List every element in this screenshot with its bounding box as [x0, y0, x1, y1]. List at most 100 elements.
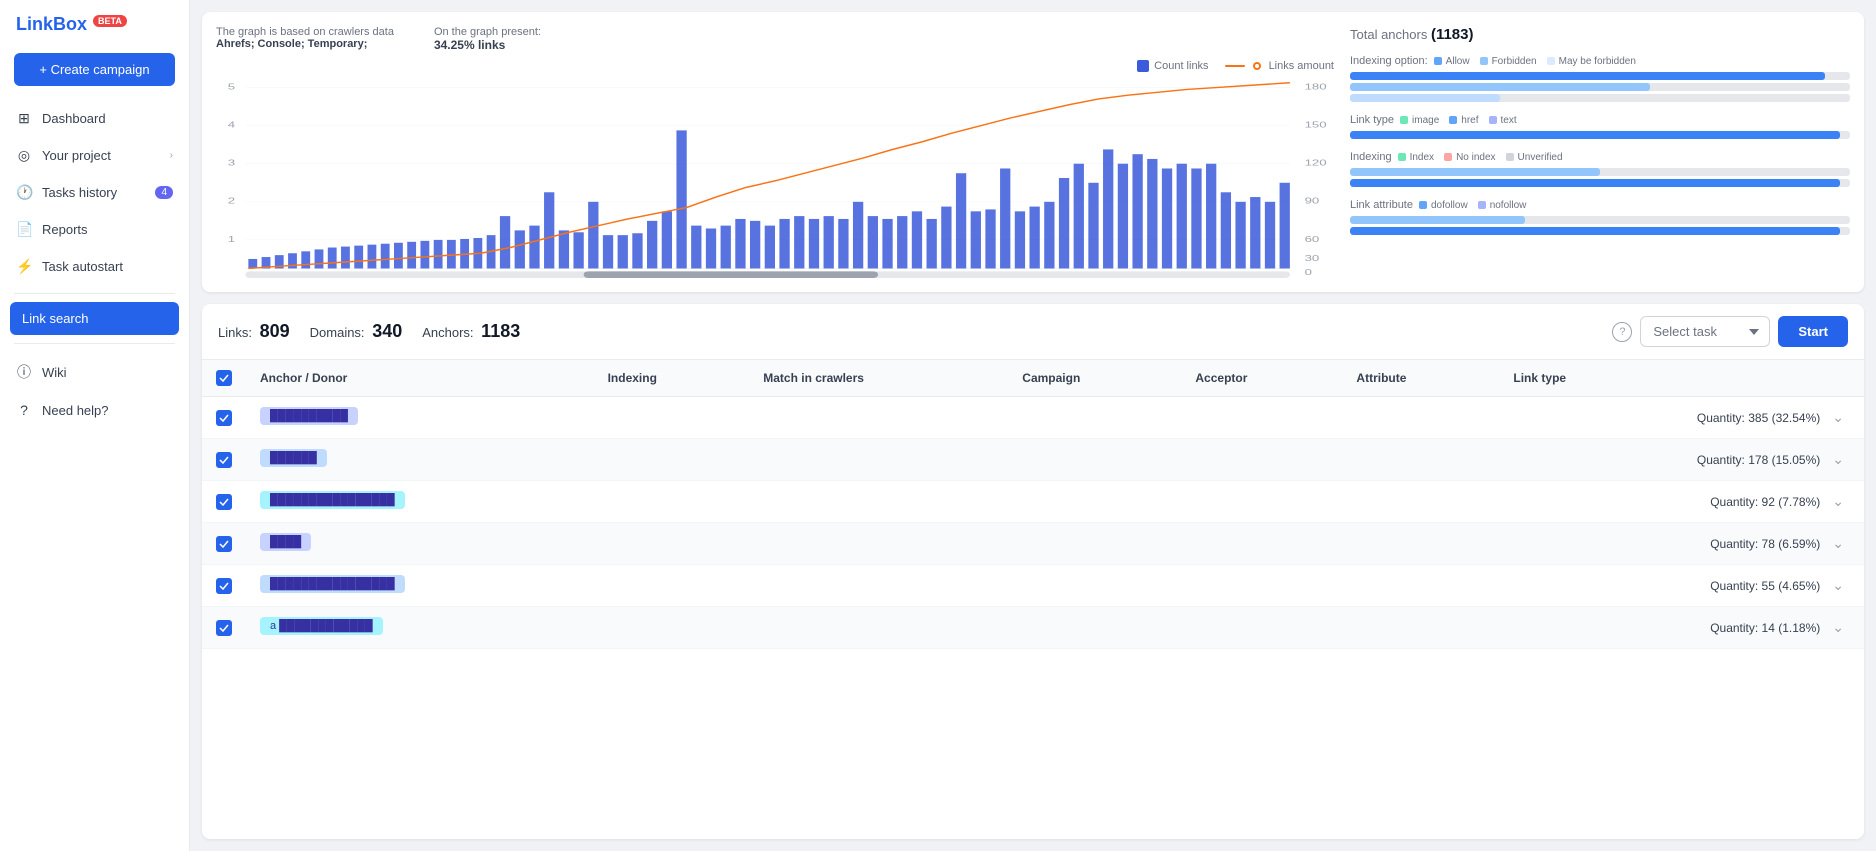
quantity-cell: Quantity: 78 (6.59%): [1710, 537, 1820, 551]
help-icon: ?: [16, 402, 32, 418]
table-row: ██████ Quantity: 178 (15.05%) ⌄: [202, 439, 1864, 481]
sidebar-item-reports[interactable]: 📄 Reports: [0, 211, 189, 248]
table-row: ████ Quantity: 78 (6.59%) ⌄: [202, 523, 1864, 565]
row-actions: Quantity: 178 (15.05%) ⌄: [1513, 449, 1850, 470]
domains-stat: Domains: 340: [310, 321, 403, 342]
campaign-cell: [1008, 481, 1181, 523]
row-checkbox[interactable]: [216, 620, 232, 636]
nav-divider-2: [14, 343, 175, 344]
match-cell: [749, 397, 1008, 439]
indexing-option-legend: Allow Forbidden May be forbidden: [1434, 56, 1636, 67]
sidebar-item-your-project[interactable]: ◎ Your project ›: [0, 137, 189, 174]
expand-row-button[interactable]: ⌄: [1826, 407, 1850, 428]
create-campaign-button[interactable]: + Create campaign: [14, 53, 175, 86]
sidebar-item-dashboard[interactable]: ⊞ Dashboard: [0, 100, 189, 137]
help-tooltip-icon[interactable]: ?: [1612, 322, 1632, 342]
table-card: Links: 809 Domains: 340 Anchors: 1183 ? …: [202, 304, 1864, 839]
col-indexing: Indexing: [594, 360, 750, 397]
sidebar-item-task-autostart[interactable]: ⚡ Task autostart: [0, 248, 189, 285]
project-icon: ◎: [16, 147, 32, 164]
svg-text:30: 30: [1305, 254, 1320, 263]
indexing-option-bar-3: [1350, 94, 1850, 102]
link-type-cell: Quantity: 55 (4.65%) ⌄: [1499, 565, 1864, 607]
sidebar-item-label: Reports: [42, 222, 88, 237]
row-checkbox-cell: [202, 523, 246, 565]
expand-row-button[interactable]: ⌄: [1826, 575, 1850, 596]
col-campaign: Campaign: [1008, 360, 1181, 397]
anchor-cell: ████████████████: [246, 565, 594, 607]
indexing-option-group: Indexing option: Allow Forbidden: [1350, 55, 1850, 102]
indexing-bar-1: [1350, 168, 1850, 176]
acceptor-cell: [1181, 607, 1342, 649]
row-actions: Quantity: 55 (4.65%) ⌄: [1513, 575, 1850, 596]
anchor-pill: ████: [260, 533, 311, 551]
legend-image: image: [1400, 115, 1439, 126]
link-type-bar-1: [1350, 131, 1850, 139]
row-checkbox[interactable]: [216, 452, 232, 468]
acceptor-cell: [1181, 439, 1342, 481]
col-anchor-donor: Anchor / Donor: [246, 360, 594, 397]
row-checkbox[interactable]: [216, 410, 232, 426]
col-link-type: Link type: [1499, 360, 1864, 397]
campaign-cell: [1008, 523, 1181, 565]
nofollow-dot: [1478, 201, 1486, 209]
row-actions: Quantity: 78 (6.59%) ⌄: [1513, 533, 1850, 554]
indexing-cell: [594, 565, 750, 607]
main-content: The graph is based on crawlers data Ahre…: [190, 0, 1876, 851]
match-cell: [749, 607, 1008, 649]
indexing-bar-2: [1350, 179, 1850, 187]
expand-row-button[interactable]: ⌄: [1826, 617, 1850, 638]
link-type-bars: [1350, 131, 1850, 139]
indexing-label: Indexing Index No index: [1350, 151, 1850, 163]
match-cell: [749, 565, 1008, 607]
svg-text:120: 120: [1305, 159, 1327, 168]
select-all-checkbox[interactable]: [216, 370, 232, 386]
col-acceptor: Acceptor: [1181, 360, 1342, 397]
link-attribute-bar-1: [1350, 216, 1850, 224]
indexing-cell: [594, 481, 750, 523]
indexing-option-bar-1: [1350, 72, 1850, 80]
row-actions: Quantity: 385 (32.54%) ⌄: [1513, 407, 1850, 428]
anchor-pill: ██████: [260, 449, 327, 467]
text-dot: [1489, 116, 1497, 124]
sidebar-item-tasks-history[interactable]: 🕐 Tasks history 4: [0, 174, 189, 211]
match-cell: [749, 439, 1008, 481]
svg-text:5: 5: [228, 83, 235, 92]
table-thead: Anchor / Donor Indexing Match in crawler…: [202, 360, 1864, 397]
anchor-cell: ██████████: [246, 397, 594, 439]
quantity-cell: Quantity: 385 (32.54%): [1697, 411, 1820, 425]
indexing-cell: [594, 523, 750, 565]
start-button[interactable]: Start: [1778, 316, 1848, 347]
links-amount-circle: [1253, 62, 1261, 70]
legend-text: text: [1489, 115, 1517, 126]
content-area: The graph is based on crawlers data Ahre…: [190, 0, 1876, 851]
expand-row-button[interactable]: ⌄: [1826, 449, 1850, 470]
chart-section: The graph is based on crawlers data Ahre…: [216, 26, 1334, 278]
match-cell: [749, 481, 1008, 523]
link-type-cell: Quantity: 385 (32.54%) ⌄: [1499, 397, 1864, 439]
row-checkbox[interactable]: [216, 536, 232, 552]
table-row: ██████████ Quantity: 385 (32.54%) ⌄: [202, 397, 1864, 439]
legend-links-amount: Links amount: [1225, 60, 1334, 72]
col-checkbox: [202, 360, 246, 397]
row-checkbox[interactable]: [216, 578, 232, 594]
campaign-cell: [1008, 607, 1181, 649]
link-type-cell: Quantity: 92 (7.78%) ⌄: [1499, 481, 1864, 523]
chart-container: 5 4 3 2 1 180 150 120 90 60 30 0: [216, 78, 1334, 278]
expand-row-button[interactable]: ⌄: [1826, 491, 1850, 512]
sidebar-item-wiki[interactable]: ⓘ Wiki: [0, 352, 189, 392]
link-attribute-bars: [1350, 216, 1850, 235]
sidebar-item-need-help[interactable]: ? Need help?: [0, 392, 189, 428]
select-task-dropdown[interactable]: Select task: [1640, 316, 1770, 347]
sidebar-item-link-search[interactable]: Link search: [10, 302, 179, 335]
expand-row-button[interactable]: ⌄: [1826, 533, 1850, 554]
row-checkbox[interactable]: [216, 494, 232, 510]
row-checkbox-cell: [202, 481, 246, 523]
count-links-dot: [1137, 60, 1149, 72]
index-dot: [1398, 153, 1406, 161]
svg-text:180: 180: [1305, 83, 1327, 92]
table-actions: ? Select task Start: [1612, 316, 1848, 347]
link-type-cell: Quantity: 78 (6.59%) ⌄: [1499, 523, 1864, 565]
clock-icon: 🕐: [16, 184, 32, 201]
nav-divider: [14, 293, 175, 294]
